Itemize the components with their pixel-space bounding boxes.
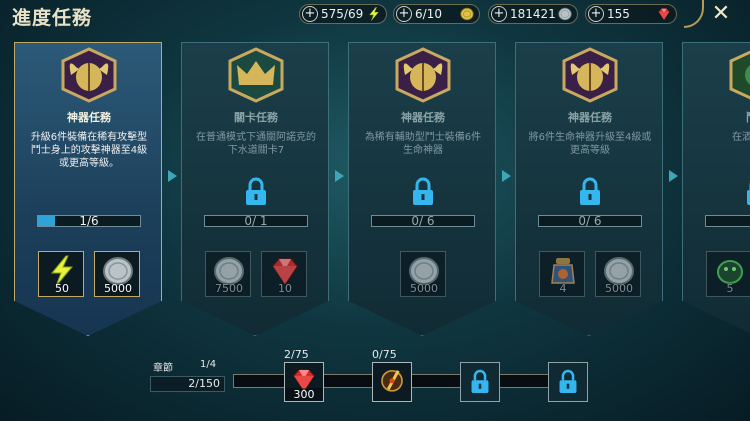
top-bar: 進度任務 + 575/69 + 6/10 + 181421 + 155 ✕ [0, 0, 750, 30]
quest-description: 為稀有輔助型鬥士裝備6件生命神器 [364, 132, 482, 156]
quest-progress-text: 0/ 6 [411, 214, 435, 228]
energy-counter[interactable]: + 575/69 [299, 4, 387, 24]
next-arrow-icon [335, 170, 344, 182]
quest-card-stage[interactable]: 關卡任務 在普通模式下通關阿諾克的下水道關卡7 0/ 1 7500 10 [181, 42, 329, 336]
milestone-quantity: 300 [285, 388, 323, 401]
decorative-arc [684, 0, 704, 28]
lock-icon [557, 369, 579, 395]
reward-slot[interactable]: 7500 [205, 251, 251, 297]
quest-card-artifact-2[interactable]: 神器任務 為稀有輔助型鬥士裝備6件生命神器 0/ 6 5000 [348, 42, 496, 336]
gem-counter[interactable]: + 155 [585, 4, 677, 24]
artifact-beetle-badge-icon [393, 47, 453, 103]
add-gem-button[interactable]: + [588, 6, 604, 22]
reward-quantity: 5 [726, 282, 734, 295]
add-silver-button[interactable]: + [491, 6, 507, 22]
chapter-progress: 2/150 [150, 376, 225, 392]
ruby-gem-icon [656, 6, 672, 22]
page-title: 進度任務 [12, 7, 93, 29]
crown-badge-icon [226, 47, 286, 103]
quest-description: 在酒館中使 [732, 132, 750, 143]
milestone-locked[interactable] [460, 362, 500, 402]
close-button[interactable]: ✕ [708, 2, 734, 26]
reward-slot[interactable]: 5000 [94, 251, 140, 297]
card-clip: 鬥士 在酒館中使 0/ 5 [682, 42, 750, 336]
reward-slot[interactable]: 4 [539, 251, 585, 297]
quest-card-champion[interactable]: 鬥士 在酒館中使 0/ 5 [682, 42, 750, 336]
milestone-reward[interactable] [372, 362, 412, 402]
lock-icon [577, 177, 603, 207]
quest-progress-text: 0/ [683, 214, 750, 228]
reward-quantity: 50 [55, 282, 69, 295]
reward-slot[interactable]: 5000 [400, 251, 446, 297]
next-arrow-icon [502, 170, 511, 182]
lock-icon [744, 177, 750, 207]
quest-description: 在普通模式下通關阿諾克的下水道關卡7 [196, 132, 316, 156]
reward-slot[interactable]: 50 [38, 251, 84, 297]
add-token-button[interactable]: + [396, 6, 412, 22]
quest-title: 關卡任務 [234, 111, 278, 124]
lock-icon [469, 369, 491, 395]
silver-coin-icon [557, 6, 573, 22]
quest-title: 神器任務 [67, 111, 111, 124]
reward-slot[interactable]: 5 [706, 251, 750, 297]
silver-value: 181421 [510, 7, 556, 21]
lightning-icon [366, 6, 382, 22]
reward-quantity: 4 [559, 282, 567, 295]
artifact-beetle-badge-icon [560, 47, 620, 103]
quest-description: 將6件生命神器升級至4級或更高等級 [528, 132, 652, 156]
next-arrow-icon [669, 170, 678, 182]
milestone-count: 0/75 [372, 348, 397, 361]
energy-value: 575/69 [321, 7, 364, 21]
green-badge-icon [727, 47, 750, 103]
chapter-label: 章節 [153, 363, 173, 374]
gem-value: 155 [607, 7, 630, 21]
reward-quantity: 5000 [605, 282, 633, 295]
chapter-number: 1/4 [200, 359, 217, 370]
reward-quantity: 7500 [215, 282, 243, 295]
quest-progress-text: 0/ 6 [578, 214, 602, 228]
gold-coin-icon [459, 6, 475, 22]
artifact-beetle-badge-icon [59, 47, 119, 103]
quest-title: 鬥士 [683, 109, 750, 125]
quest-progress-text: 1/6 [79, 214, 99, 228]
token-counter[interactable]: + 6/10 [393, 4, 480, 24]
quest-title: 神器任務 [568, 111, 612, 124]
silver-counter[interactable]: + 181421 [488, 4, 578, 24]
lock-icon [243, 177, 269, 207]
milestone-locked[interactable] [548, 362, 588, 402]
quest-title: 神器任務 [401, 111, 445, 124]
quest-description: 升級6件裝備在稀有攻擊型鬥士身上的攻擊神器至4級或更高等級。 [30, 132, 148, 169]
quest-card-artifact-3[interactable]: 神器任務 將6件生命神器升級至4級或更高等級 0/ 6 4 5000 [515, 42, 663, 336]
reward-quantity: 10 [278, 282, 292, 295]
token-value: 6/10 [415, 7, 442, 21]
reward-quantity: 5000 [104, 282, 132, 295]
golden-sword-emblem-icon [377, 366, 407, 394]
quest-progress-text: 0/ 1 [244, 214, 268, 228]
chapter-panel: 章節 1/4 2/150 [150, 357, 225, 393]
next-arrow-icon [168, 170, 177, 182]
lock-icon [410, 177, 436, 207]
reward-slot[interactable]: 10 [261, 251, 307, 297]
milestone-reward[interactable]: 300 [284, 362, 324, 402]
milestone-count: 2/75 [284, 348, 309, 361]
reward-slot[interactable]: 5000 [595, 251, 641, 297]
reward-quantity: 5000 [410, 282, 438, 295]
quest-card-artifact-1[interactable]: 神器任務 升級6件裝備在稀有攻擊型鬥士身上的攻擊神器至4級或更高等級。 1/6 … [14, 42, 162, 336]
add-energy-button[interactable]: + [302, 6, 318, 22]
